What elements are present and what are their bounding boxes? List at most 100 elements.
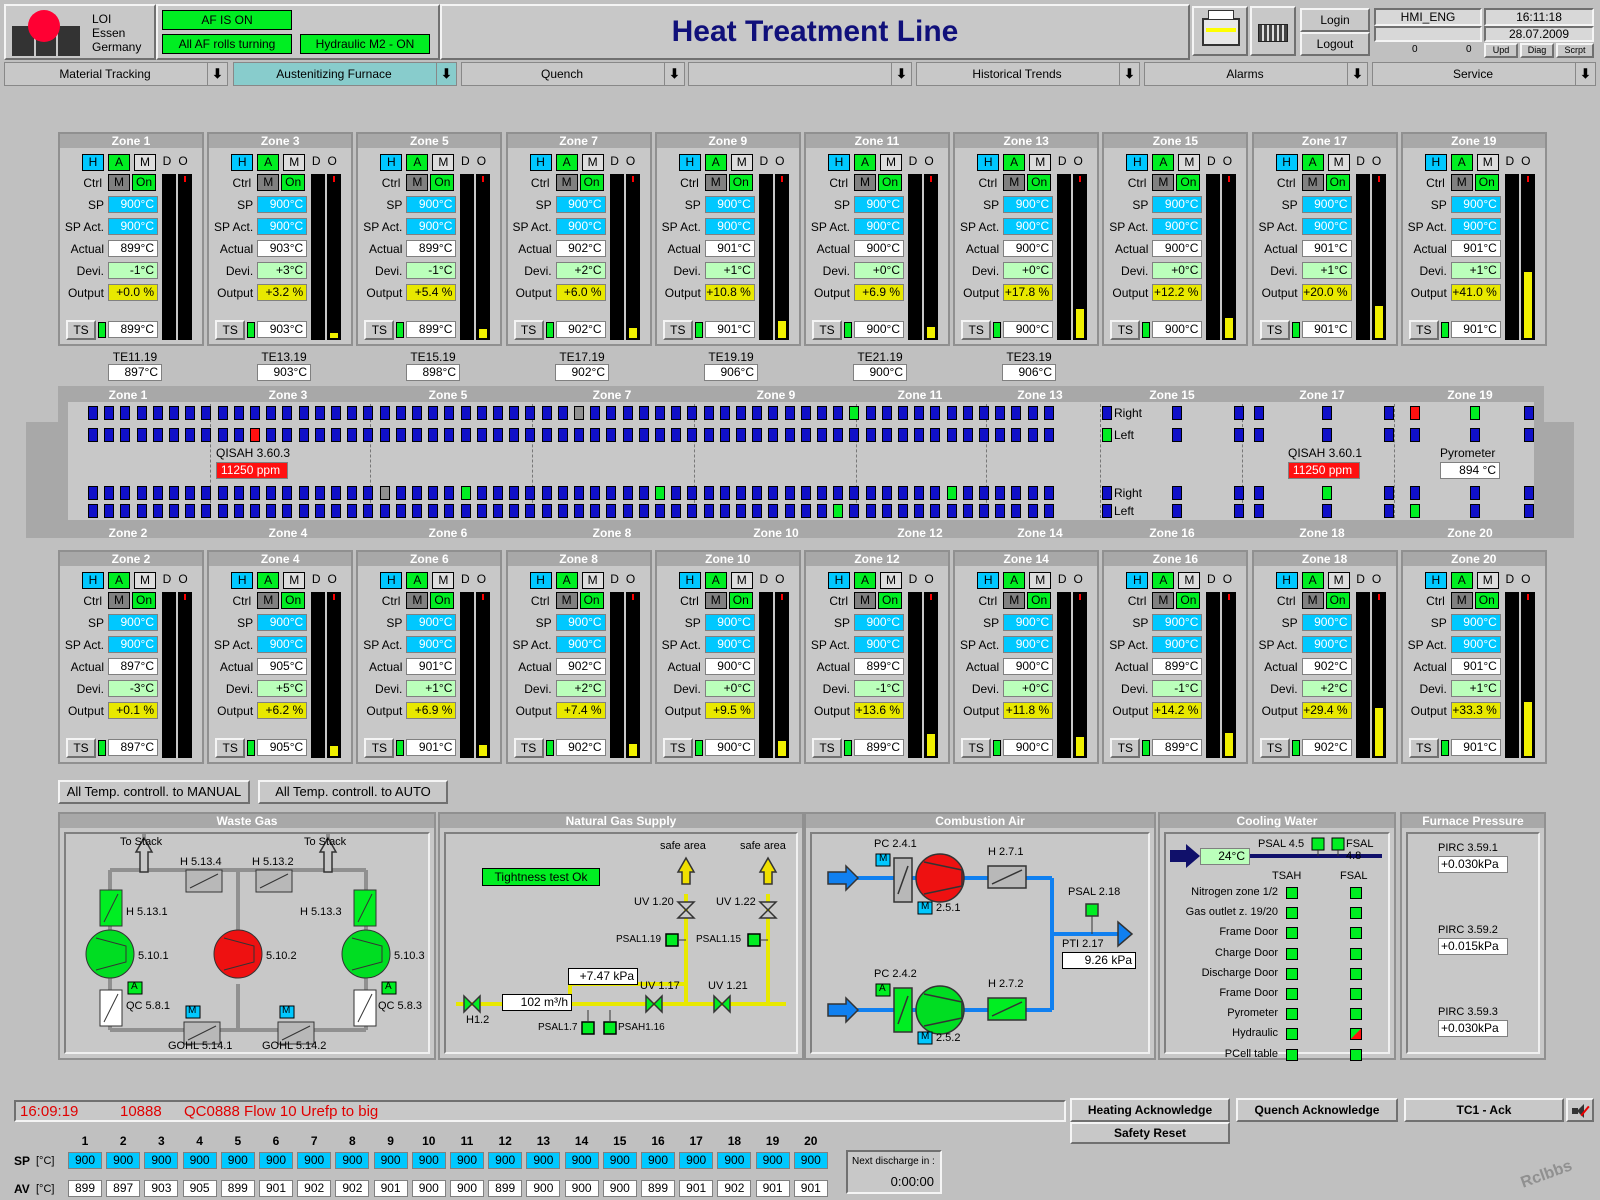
auto-mode-button[interactable]: A — [1152, 154, 1175, 171]
ctrl-on-button[interactable]: On — [1176, 174, 1201, 191]
sp-value[interactable]: 900°C — [108, 614, 158, 631]
ctrl-manual-button[interactable]: M — [257, 174, 280, 191]
hand-mode-button[interactable]: H — [678, 572, 701, 589]
ts-button[interactable]: TS — [662, 738, 693, 758]
ts-button[interactable]: TS — [1259, 738, 1290, 758]
hand-mode-button[interactable]: H — [977, 572, 1000, 589]
ts-button[interactable]: TS — [364, 738, 395, 758]
hand-mode-button[interactable]: H — [1126, 572, 1149, 589]
ctrl-on-button[interactable]: On — [878, 174, 902, 191]
ctrl-on-button[interactable]: On — [728, 174, 753, 191]
mute-button[interactable] — [1566, 1098, 1594, 1122]
print-button[interactable] — [1192, 6, 1248, 56]
hand-mode-button[interactable]: H — [82, 154, 104, 171]
dropdown-arrow-icon[interactable]: ⬇ — [1347, 63, 1367, 85]
ts-button[interactable]: TS — [1408, 738, 1439, 758]
sp-value[interactable]: 900°C — [108, 196, 158, 213]
nav-tab-7[interactable]: Service ⬇ — [1372, 62, 1596, 86]
quench-ack-button[interactable]: Quench Acknowledge — [1236, 1098, 1398, 1122]
hand-mode-button[interactable]: H — [1275, 572, 1298, 589]
ctrl-manual-button[interactable]: M — [1301, 592, 1324, 609]
sp-value[interactable]: 900°C — [1301, 196, 1352, 213]
hand-mode-button[interactable]: H — [828, 572, 850, 589]
ts-button[interactable]: TS — [215, 738, 246, 758]
sp-value[interactable]: 900°C — [1450, 196, 1501, 213]
heating-ack-button[interactable]: Heating Acknowledge — [1070, 1098, 1230, 1122]
ctrl-manual-button[interactable]: M — [704, 174, 727, 191]
ctrl-on-button[interactable]: On — [579, 174, 604, 191]
ctrl-on-button[interactable]: On — [1325, 592, 1350, 609]
manual-mode-button[interactable]: M — [1327, 154, 1350, 171]
manual-mode-button[interactable]: M — [880, 154, 902, 171]
ts-button[interactable]: TS — [513, 320, 544, 340]
manual-mode-button[interactable]: M — [1178, 154, 1201, 171]
ctrl-manual-button[interactable]: M — [406, 592, 429, 609]
auto-mode-button[interactable]: A — [108, 572, 130, 589]
sp-value[interactable]: 900°C — [854, 196, 904, 213]
manual-mode-button[interactable]: M — [1029, 572, 1052, 589]
auto-mode-button[interactable]: A — [555, 572, 578, 589]
ctrl-manual-button[interactable]: M — [1450, 592, 1473, 609]
hand-mode-button[interactable]: H — [529, 154, 552, 171]
alarm-bar[interactable]: 16:09:19 10888 QC0888 Flow 10 Urefp to b… — [14, 1100, 1066, 1122]
auto-mode-button[interactable]: A — [1003, 572, 1026, 589]
ts-button[interactable]: TS — [662, 320, 693, 340]
ts-button[interactable]: TS — [1408, 320, 1439, 340]
ctrl-manual-button[interactable]: M — [1152, 174, 1175, 191]
sp-value[interactable]: 900°C — [1152, 196, 1203, 213]
hand-mode-button[interactable]: H — [828, 154, 850, 171]
all-manual-button[interactable]: All Temp. controll. to MANUAL — [58, 780, 250, 804]
dropdown-arrow-icon[interactable]: ⬇ — [207, 63, 227, 85]
ctrl-on-button[interactable]: On — [579, 592, 604, 609]
ctrl-manual-button[interactable]: M — [257, 592, 280, 609]
auto-mode-button[interactable]: A — [406, 154, 429, 171]
manual-mode-button[interactable]: M — [880, 572, 902, 589]
auto-mode-button[interactable]: A — [257, 572, 280, 589]
hand-mode-button[interactable]: H — [529, 572, 552, 589]
auto-mode-button[interactable]: A — [257, 154, 280, 171]
sp-value[interactable]: 900°C — [704, 614, 755, 631]
nav-tab-2[interactable]: Austenitizing Furnace ⬇ — [233, 62, 457, 86]
sp-value[interactable]: 900°C — [1152, 614, 1203, 631]
manual-mode-button[interactable]: M — [581, 572, 604, 589]
ts-button[interactable]: TS — [364, 320, 395, 340]
sp-value[interactable]: 900°C — [1301, 614, 1352, 631]
ts-button[interactable]: TS — [812, 320, 842, 340]
manual-mode-button[interactable]: M — [730, 572, 753, 589]
ctrl-manual-button[interactable]: M — [1003, 592, 1026, 609]
ts-button[interactable]: TS — [1110, 738, 1141, 758]
manual-mode-button[interactable]: M — [432, 154, 455, 171]
ctrl-on-button[interactable]: On — [728, 592, 753, 609]
ctrl-on-button[interactable]: On — [430, 174, 455, 191]
dropdown-arrow-icon[interactable]: ⬇ — [1575, 63, 1595, 85]
hand-mode-button[interactable]: H — [977, 154, 1000, 171]
manual-mode-button[interactable]: M — [1476, 154, 1499, 171]
ts-button[interactable]: TS — [812, 738, 842, 758]
ctrl-on-button[interactable]: On — [1027, 592, 1052, 609]
auto-mode-button[interactable]: A — [854, 572, 876, 589]
all-auto-button[interactable]: All Temp. controll. to AUTO — [258, 780, 448, 804]
dropdown-arrow-icon[interactable]: ⬇ — [1119, 63, 1139, 85]
auto-mode-button[interactable]: A — [1003, 154, 1026, 171]
auto-mode-button[interactable]: A — [1301, 154, 1324, 171]
dropdown-arrow-icon[interactable]: ⬇ — [891, 63, 911, 85]
auto-mode-button[interactable]: A — [704, 154, 727, 171]
manual-mode-button[interactable]: M — [730, 154, 753, 171]
ts-button[interactable]: TS — [513, 738, 544, 758]
sp-value[interactable]: 900°C — [1003, 614, 1054, 631]
auto-mode-button[interactable]: A — [1152, 572, 1175, 589]
upd-button[interactable]: Upd — [1484, 43, 1518, 58]
ctrl-manual-button[interactable]: M — [1152, 592, 1175, 609]
hand-mode-button[interactable]: H — [380, 154, 403, 171]
manual-mode-button[interactable]: M — [283, 572, 306, 589]
ctrl-on-button[interactable]: On — [281, 174, 306, 191]
auto-mode-button[interactable]: A — [1450, 154, 1473, 171]
ctrl-manual-button[interactable]: M — [555, 592, 578, 609]
sp-value[interactable]: 900°C — [1450, 614, 1501, 631]
auto-mode-button[interactable]: A — [704, 572, 727, 589]
nav-tab-6[interactable]: Alarms ⬇ — [1144, 62, 1368, 86]
hand-mode-button[interactable]: H — [1424, 572, 1447, 589]
ctrl-manual-button[interactable]: M — [854, 592, 876, 609]
ctrl-manual-button[interactable]: M — [1301, 174, 1324, 191]
ctrl-on-button[interactable]: On — [1176, 592, 1201, 609]
